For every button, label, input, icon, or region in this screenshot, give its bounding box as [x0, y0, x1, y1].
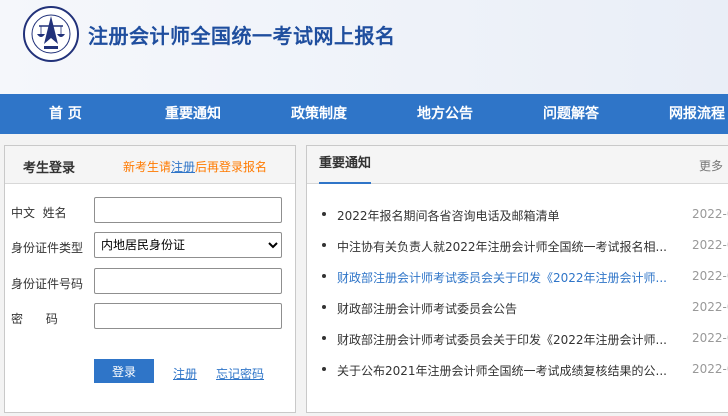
tip-prefix: 新考生请 — [123, 160, 172, 174]
more-link[interactable]: 更多 — [699, 157, 723, 174]
password-input[interactable] — [94, 303, 282, 329]
notice-item[interactable]: 中注协有关负责人就2022年注册会计师全国统一考试报名相... 2022-0 — [307, 235, 728, 255]
notice-tab[interactable]: 重要通知 — [319, 146, 372, 184]
notice-title: 重要通知 — [319, 156, 372, 171]
notice-item-date: 2022-0 — [692, 269, 728, 283]
name-input[interactable] — [94, 197, 282, 223]
notice-item-date: 2022-0 — [692, 300, 728, 314]
login-title: 考生登录 — [23, 161, 76, 176]
site-title: 注册会计师全国统一考试网上报名 — [88, 24, 396, 48]
forgot-password-link[interactable]: 忘记密码 — [216, 365, 264, 382]
bullet-icon — [322, 336, 326, 340]
name-label: 中文 姓名 — [11, 206, 67, 220]
notice-item[interactable]: 2022年报名期间各省咨询电话及邮箱清单 2022-0 — [307, 204, 728, 224]
nav-local-announcements[interactable]: 地方公告 — [417, 94, 473, 134]
tip-suffix: 后再登录报名 — [195, 160, 268, 174]
login-panel-header: 考生登录 新考生请注册后再登录报名 — [5, 146, 295, 184]
id-type-label: 身份证件类型 — [11, 241, 84, 255]
notice-item[interactable]: 财政部注册会计师考试委员会关于印发《2022年注册会计师... 2022-0 — [307, 266, 728, 286]
main-nav: 首 页 重要通知 政策制度 地方公告 问题解答 网报流程 — [0, 94, 728, 134]
nav-important-notices[interactable]: 重要通知 — [165, 94, 221, 134]
nav-policies[interactable]: 政策制度 — [291, 94, 347, 134]
id-number-input[interactable] — [94, 268, 282, 294]
notice-item-date: 2022-0 — [692, 207, 728, 221]
notice-item[interactable]: 财政部注册会计师考试委员会公告 2022-0 — [307, 297, 728, 317]
notice-panel: 重要通知 更多 2022年报名期间各省咨询电话及邮箱清单 2022-0 中注协有… — [306, 145, 728, 413]
password-label: 密 码 — [11, 312, 58, 326]
notice-panel-header: 重要通知 更多 — [307, 146, 728, 184]
nav-faq[interactable]: 问题解答 — [543, 94, 599, 134]
bullet-icon — [322, 367, 326, 371]
cicpa-emblem-icon — [22, 4, 80, 64]
nav-registration-flow[interactable]: 网报流程 — [669, 94, 725, 134]
id-type-select[interactable]: 内地居民身份证 — [94, 232, 282, 258]
notice-item-title[interactable]: 中注协有关负责人就2022年注册会计师全国统一考试报名相... — [337, 238, 667, 255]
notice-item-title[interactable]: 财政部注册会计师考试委员会关于印发《2022年注册会计师... — [337, 331, 667, 348]
site-header: 注册会计师全国统一考试网上报名 — [0, 0, 728, 94]
notice-item-date: 2022-0 — [692, 238, 728, 252]
new-candidate-tip: 新考生请注册后再登录报名 — [123, 158, 267, 175]
bullet-icon — [322, 243, 326, 247]
bullet-icon — [322, 212, 326, 216]
notice-item-title[interactable]: 财政部注册会计师考试委员会公告 — [337, 300, 667, 317]
nav-home[interactable]: 首 页 — [49, 94, 82, 134]
notice-item[interactable]: 财政部注册会计师考试委员会关于印发《2022年注册会计师... 2022-0 — [307, 328, 728, 348]
notice-item[interactable]: 关于公布2021年注册会计师全国统一考试成绩复核结果的公... 2022-0 — [307, 359, 728, 379]
notice-item-date: 2022-0 — [692, 362, 728, 376]
notice-item-date: 2022-0 — [692, 331, 728, 345]
notice-item-title[interactable]: 关于公布2021年注册会计师全国统一考试成绩复核结果的公... — [337, 362, 667, 379]
register-link[interactable]: 注册 — [173, 365, 197, 382]
login-panel: 考生登录 新考生请注册后再登录报名 中文 姓名 身份证件类型 内地居民身份证 身… — [4, 145, 296, 413]
login-button[interactable]: 登录 — [94, 359, 154, 383]
id-number-label: 身份证件号码 — [11, 277, 84, 291]
tip-register-link[interactable]: 注册 — [171, 160, 195, 174]
bullet-icon — [322, 305, 326, 309]
bullet-icon — [322, 274, 326, 278]
notice-item-title[interactable]: 财政部注册会计师考试委员会关于印发《2022年注册会计师... — [337, 269, 667, 286]
notice-item-title[interactable]: 2022年报名期间各省咨询电话及邮箱清单 — [337, 207, 667, 224]
